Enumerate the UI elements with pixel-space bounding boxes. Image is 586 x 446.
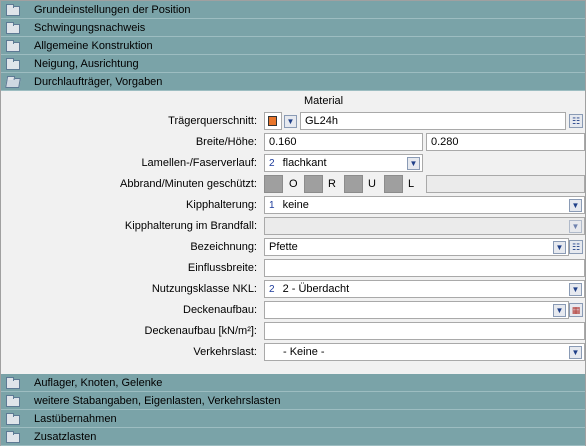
lamellen-select[interactable]: 2 flachkant <box>264 154 423 172</box>
material-heading: Material <box>304 95 344 107</box>
abbrand-label: Abbrand/Minuten geschützt: <box>120 178 257 190</box>
hoehe-value: 0.280 <box>431 136 459 148</box>
nutzungsklasse-value: 2 - Überdacht <box>282 283 350 295</box>
traegerquerschnitt-value: GL24h <box>305 115 339 127</box>
folder-icon <box>6 394 22 407</box>
section-durchlauftraeger[interactable]: Durchlaufträger, Vorgaben <box>1 73 585 91</box>
chevron-down-icon[interactable]: ▼ <box>569 283 582 296</box>
row-traegerquerschnitt: Trägerquerschnitt: ▼ GL24h ☷ <box>1 112 586 131</box>
nutzungsklasse-index: 2 <box>269 283 275 295</box>
section-label: Lastübernahmen <box>34 412 117 425</box>
breite-hoehe-label: Breite/Höhe: <box>195 136 257 148</box>
traegerquerschnitt-field[interactable]: GL24h <box>300 112 566 130</box>
breite-input[interactable]: 0.160 <box>264 133 423 151</box>
deckenaufbau-kn-label: Deckenaufbau [kN/m²]: <box>144 325 258 337</box>
properties-panel: Grundeinstellungen der Position Schwingu… <box>0 0 586 446</box>
section-stabangaben[interactable]: weitere Stabangaben, Eigenlasten, Verkeh… <box>1 392 585 410</box>
chevron-down-icon[interactable]: ▼ <box>553 241 566 254</box>
row-nutzungsklasse: Nutzungsklasse NKL: 2 2 - Überdacht ▼ <box>1 280 586 299</box>
chevron-down-icon[interactable]: ▼ <box>569 346 582 359</box>
lamellen-index: 2 <box>269 157 275 169</box>
section-content: Material Trägerquerschnitt: ▼ GL24h ☷ Br… <box>1 91 585 370</box>
chevron-down-icon[interactable]: ▼ <box>284 115 297 128</box>
section-allgemeine-konstruktion[interactable]: Allgemeine Konstruktion <box>1 37 585 55</box>
bezeichnung-label: Bezeichnung: <box>190 241 257 253</box>
layer-editor-icon[interactable]: ▦ <box>569 303 583 317</box>
verkehrslast-select[interactable]: - Keine - <box>264 343 585 361</box>
row-kipphalterung: Kipphalterung: 1 keine ▼ <box>1 196 586 215</box>
bottom-sections: Auflager, Knoten, Gelenke weitere Staban… <box>1 374 585 446</box>
section-label: Auflager, Knoten, Gelenke <box>34 376 163 389</box>
kipphalterung-brand-label: Kipphalterung im Brandfall: <box>124 220 257 232</box>
section-zusatzlasten[interactable]: Zusatzlasten <box>1 428 585 446</box>
folder-icon <box>6 21 22 34</box>
folder-icon <box>6 376 22 389</box>
section-grundeinstellungen[interactable]: Grundeinstellungen der Position <box>1 1 585 19</box>
abbrand-o-label: O <box>289 178 298 190</box>
row-einflussbreite: Einflussbreite: <box>1 259 586 278</box>
deckenaufbau-label: Deckenaufbau: <box>183 304 257 316</box>
chevron-down-icon[interactable]: ▼ <box>553 304 566 317</box>
kipphalterung-select[interactable]: 1 keine <box>264 196 585 214</box>
chevron-down-icon[interactable]: ▼ <box>569 199 582 212</box>
verkehrslast-value: - Keine - <box>283 346 325 358</box>
einflussbreite-input[interactable] <box>264 259 585 277</box>
kipphalterung-value: keine <box>282 199 309 211</box>
row-deckenaufbau-kn: Deckenaufbau [kN/m²]: <box>1 322 586 341</box>
lamellen-value: flachkant <box>282 157 327 169</box>
breite-value: 0.160 <box>269 136 297 148</box>
section-label: Neigung, Ausrichtung <box>34 57 139 70</box>
nutzungsklasse-label: Nutzungsklasse NKL: <box>151 283 257 295</box>
section-schwingungsnachweis[interactable]: Schwingungsnachweis <box>1 19 585 37</box>
folder-icon <box>6 430 22 443</box>
kipphalterung-label: Kipphalterung: <box>186 199 257 211</box>
row-abbrand: Abbrand/Minuten geschützt: O R U L <box>1 175 586 194</box>
abbrand-o-toggle[interactable] <box>264 175 283 193</box>
kipphalterung-brand-select[interactable] <box>264 217 585 235</box>
bezeichnung-select[interactable]: Pfette <box>264 238 569 256</box>
abbrand-r-toggle[interactable] <box>304 175 323 193</box>
nutzungsklasse-select[interactable]: 2 2 - Überdacht <box>264 280 585 298</box>
hoehe-input[interactable]: 0.280 <box>426 133 585 151</box>
section-label: weitere Stabangaben, Eigenlasten, Verkeh… <box>34 394 281 407</box>
bezeichnung-value: Pfette <box>269 241 298 253</box>
folder-icon <box>6 412 22 425</box>
abbrand-minutes-field[interactable] <box>426 175 585 193</box>
lamellen-label: Lamellen-/Faserverlauf: <box>141 157 257 169</box>
chevron-down-icon[interactable]: ▼ <box>407 157 420 170</box>
folder-icon <box>6 57 22 70</box>
abbrand-l-label: L <box>408 178 415 190</box>
row-bezeichnung: Bezeichnung: Pfette ▼ ☷ <box>1 238 586 257</box>
material-color-swatch[interactable] <box>264 112 282 130</box>
abbrand-u-toggle[interactable] <box>344 175 363 193</box>
einflussbreite-label: Einflussbreite: <box>187 262 257 274</box>
section-label: Allgemeine Konstruktion <box>34 39 153 52</box>
row-breite-hoehe: Breite/Höhe: 0.160 0.280 <box>1 133 586 152</box>
row-deckenaufbau: Deckenaufbau: ▼ ▦ <box>1 301 586 320</box>
abbrand-l-toggle[interactable] <box>384 175 403 193</box>
section-label: Schwingungsnachweis <box>34 21 146 34</box>
deckenaufbau-kn-input[interactable] <box>264 322 585 340</box>
section-neigung-ausrichtung[interactable]: Neigung, Ausrichtung <box>1 55 585 73</box>
folder-icon <box>6 39 22 52</box>
abbrand-r-label: R <box>328 178 336 190</box>
folder-icon <box>6 3 22 16</box>
open-folder-icon <box>5 76 22 88</box>
row-verkehrslast: Verkehrslast: - Keine - ▼ <box>1 343 586 362</box>
section-label: Durchlaufträger, Vorgaben <box>34 75 163 88</box>
section-auflager[interactable]: Auflager, Knoten, Gelenke <box>1 374 585 392</box>
kipphalterung-index: 1 <box>269 199 275 211</box>
tree-browse-icon[interactable]: ☷ <box>569 240 583 254</box>
row-kipphalterung-brand: Kipphalterung im Brandfall: ▼ <box>1 217 586 236</box>
abbrand-u-label: U <box>368 178 376 190</box>
tree-browse-icon[interactable]: ☷ <box>569 114 583 128</box>
deckenaufbau-select[interactable] <box>264 301 569 319</box>
section-lastuebernahmen[interactable]: Lastübernahmen <box>1 410 585 428</box>
chevron-down-icon[interactable]: ▼ <box>569 220 582 233</box>
section-label: Grundeinstellungen der Position <box>34 3 191 16</box>
verkehrslast-label: Verkehrslast: <box>193 346 257 358</box>
row-lamellen: Lamellen-/Faserverlauf: 2 flachkant ▼ <box>1 154 586 173</box>
section-label: Zusatzlasten <box>34 430 97 443</box>
traegerquerschnitt-label: Trägerquerschnitt: <box>168 115 257 127</box>
